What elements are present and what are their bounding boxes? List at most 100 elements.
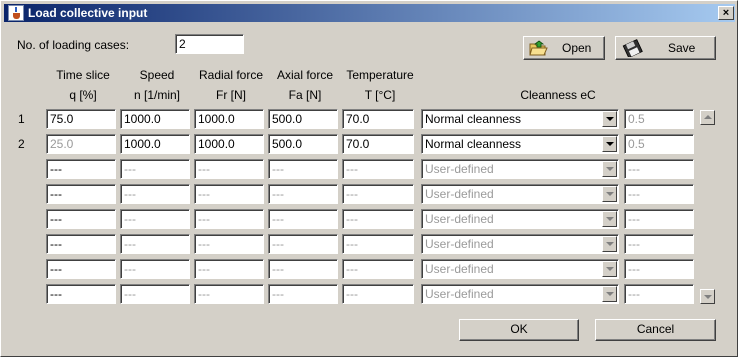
ok-button[interactable]: OK [459,319,579,341]
cleanness-select-value: User-defined [425,187,494,201]
cleanness-select[interactable]: User-defined [421,234,619,254]
cleanness-select[interactable]: User-defined [421,159,619,179]
speed-field[interactable]: 1000.0 [120,109,190,129]
cleanness-select[interactable]: User-defined [421,209,619,229]
col-speed-unit: n [1/min] [133,88,181,102]
cleanness-ec-field[interactable]: 0.5 [624,134,694,154]
row-number: 2 [18,137,25,151]
chevron-down-icon[interactable] [602,186,617,202]
radial-force-field[interactable]: --- [194,184,264,204]
radial-force-field[interactable]: --- [194,209,264,229]
axial-force-field[interactable]: 500.0 [268,134,338,154]
temperature-field[interactable]: --- [342,159,414,179]
radial-force-field[interactable]: --- [194,284,264,304]
cleanness-select[interactable]: User-defined [421,284,619,304]
chevron-down-icon[interactable] [602,261,617,277]
cleanness-ec-field[interactable]: --- [624,234,694,254]
cleanness-select-value: Normal cleanness [425,112,522,126]
axial-force-field[interactable]: 500.0 [268,109,338,129]
col-speed-header: Speed [139,68,175,82]
save-button[interactable]: Save [615,36,716,60]
cleanness-ec-field[interactable]: --- [624,159,694,179]
chevron-down-icon[interactable] [602,286,617,302]
cleanness-select-value: User-defined [425,212,494,226]
axial-force-field[interactable]: --- [268,234,338,254]
col-time-slice-header: Time slice [56,68,110,82]
loading-cases-input[interactable]: 2 [175,34,244,54]
cleanness-ec-field[interactable]: 0.5 [624,109,694,129]
speed-field[interactable]: --- [120,209,190,229]
col-axial-force-unit: Fa [N] [288,88,322,102]
cleanness-select[interactable]: User-defined [421,184,619,204]
chevron-down-icon[interactable] [602,111,617,127]
temperature-field[interactable]: 70.0 [342,134,414,154]
speed-field[interactable]: --- [120,284,190,304]
close-button[interactable]: × [718,6,734,20]
speed-field[interactable]: --- [120,159,190,179]
floppy-disk-icon [622,39,643,57]
temperature-field[interactable]: --- [342,234,414,254]
cleanness-ec-field[interactable]: --- [624,284,694,304]
title-bar[interactable]: Load collective input × [4,4,735,22]
cancel-button[interactable]: Cancel [595,319,716,341]
col-radial-force-header: Radial force [198,68,264,82]
scroll-down-button[interactable] [700,289,715,304]
time-slice-field[interactable]: --- [46,159,116,179]
java-cup-icon [8,5,24,21]
cleanness-ec-field[interactable]: --- [624,259,694,279]
col-temperature-header: Temperature [346,68,414,82]
radial-force-field[interactable]: 1000.0 [194,109,264,129]
chevron-down-icon[interactable] [602,236,617,252]
temperature-field[interactable]: --- [342,184,414,204]
time-slice-field[interactable]: --- [46,234,116,254]
temperature-field[interactable]: --- [342,209,414,229]
chevron-down-icon[interactable] [602,161,617,177]
radial-force-field[interactable]: 1000.0 [194,134,264,154]
speed-field[interactable]: --- [120,234,190,254]
radial-force-field[interactable]: --- [194,159,264,179]
cleanness-select-value: User-defined [425,237,494,251]
loading-cases-label: No. of loading cases: [17,38,130,52]
cleanness-select-value: Normal cleanness [425,137,522,151]
cleanness-select[interactable]: Normal cleanness [421,134,619,154]
axial-force-field[interactable]: --- [268,159,338,179]
cleanness-ec-field[interactable]: --- [624,209,694,229]
axial-force-field[interactable]: --- [268,284,338,304]
speed-field[interactable]: --- [120,259,190,279]
open-button[interactable]: Open [523,36,605,60]
temperature-field[interactable]: --- [342,284,414,304]
radial-force-field[interactable]: --- [194,259,264,279]
time-slice-field[interactable]: --- [46,284,116,304]
window-title: Load collective input [28,6,148,20]
col-axial-force-header: Axial force [276,68,334,82]
col-radial-force-unit: Fr [N] [216,88,246,102]
axial-force-field[interactable]: --- [268,209,338,229]
chevron-down-icon[interactable] [602,136,617,152]
time-slice-field[interactable]: --- [46,184,116,204]
time-slice-field[interactable]: --- [46,259,116,279]
chevron-down-icon[interactable] [602,211,617,227]
save-button-label: Save [668,41,696,55]
col-time-slice-unit: q [%] [69,88,97,102]
open-button-label: Open [562,41,592,55]
time-slice-field[interactable]: --- [46,209,116,229]
axial-force-field[interactable]: --- [268,184,338,204]
cleanness-select-value: User-defined [425,287,494,301]
cleanness-select-value: User-defined [425,162,494,176]
axial-force-field[interactable]: --- [268,259,338,279]
dialog-window: Load collective input × No. of loading c… [0,0,738,357]
speed-field[interactable]: --- [120,184,190,204]
cleanness-select[interactable]: User-defined [421,259,619,279]
temperature-field[interactable]: 70.0 [342,109,414,129]
speed-field[interactable]: 1000.0 [120,134,190,154]
col-temperature-unit: T [°C] [364,88,396,102]
scroll-up-button[interactable] [700,110,715,125]
radial-force-field[interactable]: --- [194,234,264,254]
time-slice-field[interactable]: 75.0 [46,109,116,129]
cleanness-select[interactable]: Normal cleanness [421,109,619,129]
time-slice-field[interactable]: 25.0 [46,134,116,154]
open-folder-icon [529,40,548,56]
temperature-field[interactable]: --- [342,259,414,279]
col-cleanness-header: Cleanness eC [520,88,596,102]
cleanness-ec-field[interactable]: --- [624,184,694,204]
